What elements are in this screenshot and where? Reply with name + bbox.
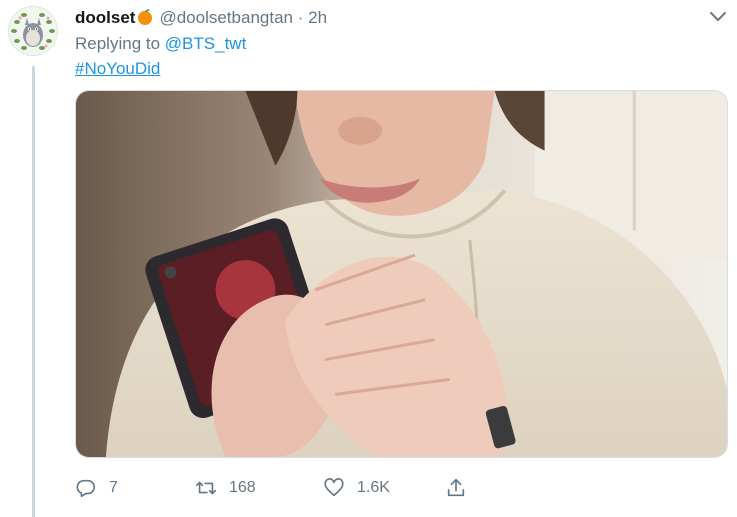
retweet-count: 168 bbox=[229, 479, 256, 496]
tweet-photo[interactable] bbox=[75, 90, 728, 458]
avatar[interactable] bbox=[8, 6, 58, 56]
thread-line bbox=[32, 66, 35, 517]
retweet-icon bbox=[196, 481, 216, 495]
reply-icon bbox=[76, 479, 96, 498]
totoro-avatar-icon bbox=[9, 7, 57, 55]
share-icon bbox=[447, 478, 465, 497]
chevron-down-icon[interactable] bbox=[709, 10, 727, 24]
timestamp[interactable]: 2h bbox=[308, 8, 327, 27]
retweet-button[interactable]: 168 bbox=[195, 475, 256, 501]
tweet-actions: 7 168 1.6K bbox=[75, 475, 495, 501]
like-button[interactable]: 1.6K bbox=[323, 475, 390, 501]
reply-button[interactable]: 7 bbox=[75, 475, 118, 501]
user-handle[interactable]: @doolsetbangtan bbox=[159, 8, 293, 27]
like-count: 1.6K bbox=[357, 479, 390, 496]
tweet-header: doolset @doolsetbangtan · 2h bbox=[75, 7, 327, 29]
replying-to: Replying to @BTS_twt bbox=[75, 33, 246, 55]
display-name[interactable]: doolset bbox=[75, 8, 135, 27]
share-button[interactable] bbox=[445, 475, 479, 501]
photo-image bbox=[76, 91, 727, 457]
reply-mention-link[interactable]: @BTS_twt bbox=[165, 34, 247, 53]
reply-count: 7 bbox=[109, 479, 118, 496]
replying-prefix: Replying to bbox=[75, 34, 161, 53]
tangerine-emoji-icon bbox=[138, 9, 153, 25]
separator-dot: · bbox=[297, 8, 304, 27]
heart-icon bbox=[324, 478, 344, 497]
hashtag-link[interactable]: #NoYouDid bbox=[75, 58, 160, 80]
